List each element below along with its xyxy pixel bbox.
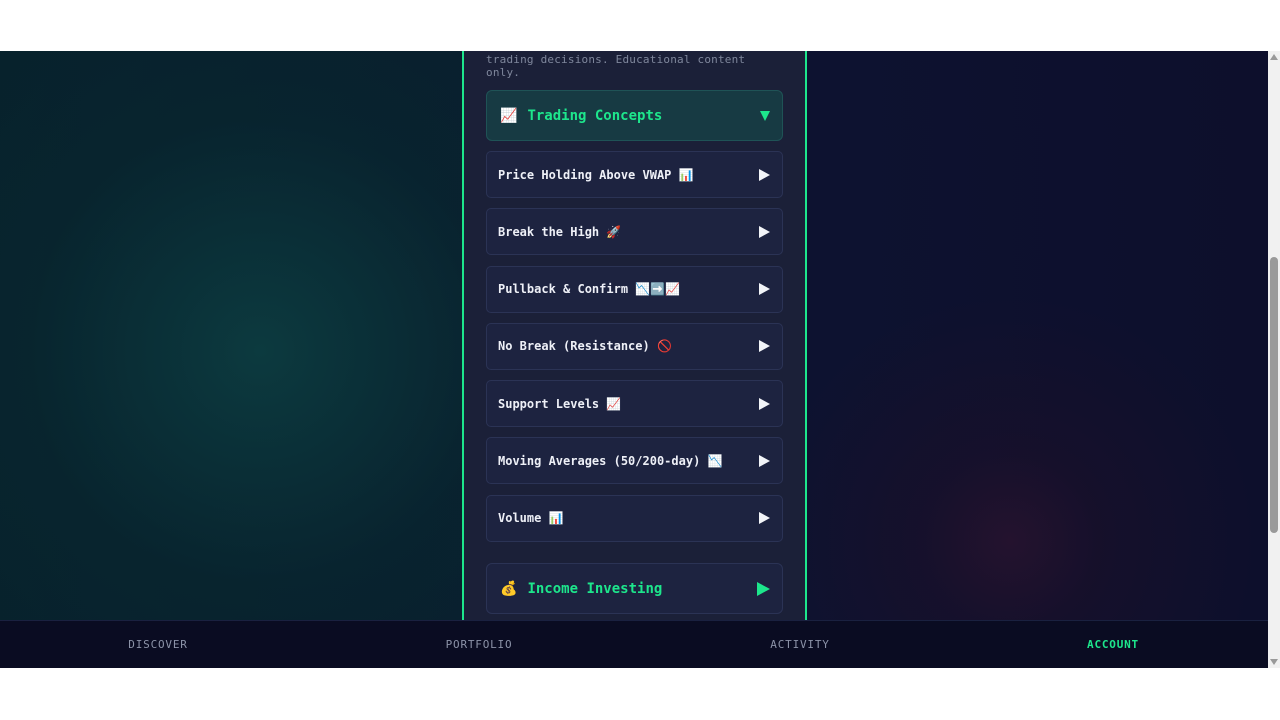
chart-up-icon: 📈 [500,107,518,124]
money-bag-icon: 💰 [500,580,518,597]
concept-item-pullback[interactable]: Pullback & Confirm 📉➡️📈 [486,265,783,313]
concept-item-label: Pullback & Confirm 📉➡️📈 [498,282,681,297]
concept-item-label: Volume 📊 [498,511,564,526]
income-investing-title: Income Investing [527,580,663,597]
concept-item-no-break[interactable]: No Break (Resistance) 🚫 [486,322,783,370]
concept-item-volume[interactable]: Volume 📊 [486,494,783,542]
nav-portfolio[interactable]: PORTFOLIO [446,621,513,669]
bottom-nav: DISCOVER PORTFOLIO ACTIVITY ACCOUNT [0,620,1268,668]
play-icon [759,512,770,525]
play-icon [759,283,770,296]
play-icon [759,397,770,410]
concept-item-label: Break the High 🚀 [498,224,622,239]
concept-item-label: Price Holding Above VWAP 📊 [498,167,694,182]
play-icon [757,581,770,596]
trading-concepts-header[interactable]: 📈 Trading Concepts [486,90,783,141]
concept-item-break-high[interactable]: Break the High 🚀 [486,208,783,256]
play-icon [759,168,770,181]
concept-item-label: No Break (Resistance) 🚫 [498,339,672,354]
income-investing-header[interactable]: 💰 Income Investing [486,563,783,614]
concept-item-label: Moving Averages (50/200-day) 📉 [498,453,723,468]
play-icon [759,340,770,353]
disclaimer-text: trading decisions. Educational content o… [486,53,746,79]
scroll-thumb[interactable] [1270,257,1278,533]
trading-concepts-title: Trading Concepts [527,107,663,124]
nav-account[interactable]: ACCOUNT [1087,621,1139,669]
nav-activity[interactable]: ACTIVITY [770,621,829,669]
scroll-down-icon[interactable] [1270,659,1278,665]
concept-item-label: Support Levels 📈 [498,396,622,411]
trading-concepts-list: Price Holding Above VWAP 📊 Break the Hig… [486,151,783,552]
vertical-scrollbar[interactable] [1268,51,1280,668]
play-icon [759,225,770,238]
concept-item-moving-averages[interactable]: Moving Averages (50/200-day) 📉 [486,437,783,485]
scroll-up-icon[interactable] [1270,54,1278,60]
nav-discover[interactable]: DISCOVER [128,621,187,669]
play-icon [759,454,770,467]
concept-item-support[interactable]: Support Levels 📈 [486,380,783,428]
caret-down-icon [760,110,770,121]
app-viewport: trading decisions. Educational content o… [0,51,1268,668]
concept-item-vwap[interactable]: Price Holding Above VWAP 📊 [486,151,783,198]
